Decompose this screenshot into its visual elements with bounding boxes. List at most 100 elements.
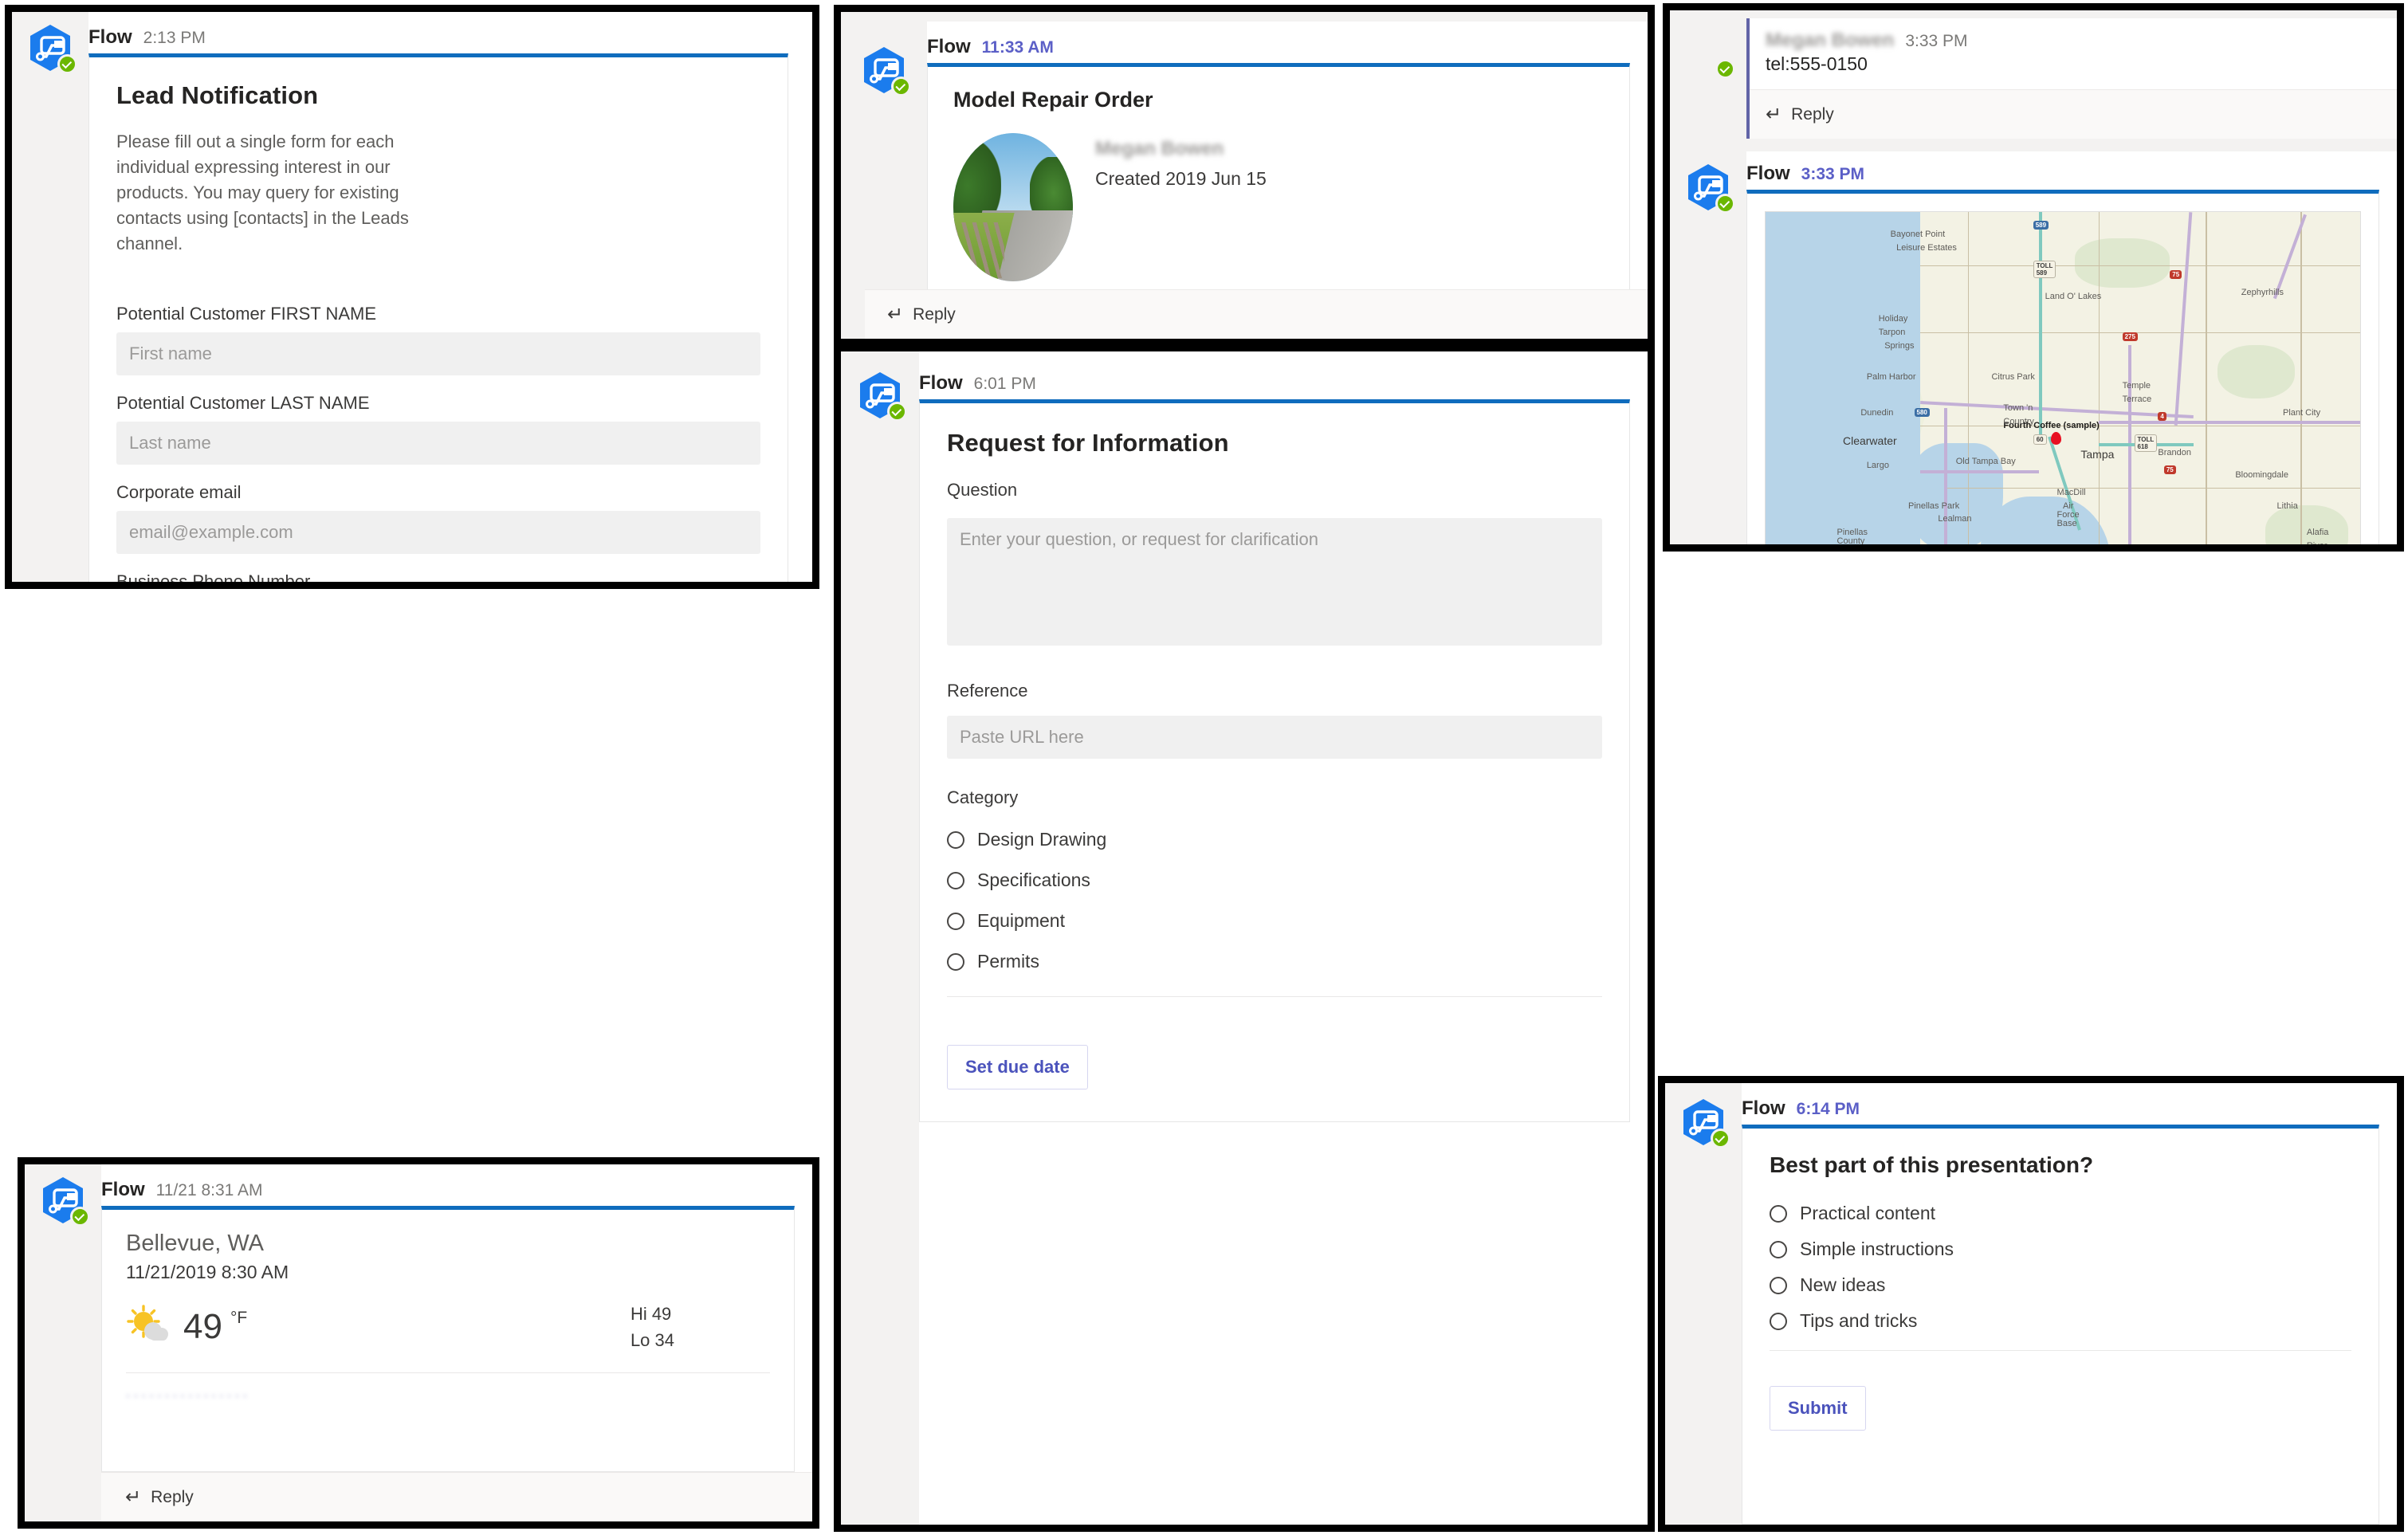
card-title: Lead Notification: [116, 81, 319, 109]
adaptive-card-weather: Bellevue, WA 11/21/2019 8:30 AM 49 °F Hi…: [101, 1206, 795, 1472]
radio-icon[interactable]: [947, 871, 964, 889]
message-map: Flow 3:33 PM 589 TOLL 589 75 275 4 TOLL …: [1670, 151, 2397, 544]
field-label: Business Phone Number: [116, 571, 311, 582]
radio-design-drawing[interactable]: Design Drawing: [947, 819, 1602, 860]
radio-simple-instructions[interactable]: Simple instructions: [1770, 1231, 2351, 1267]
weather-city: Bellevue, WA: [126, 1231, 264, 1256]
map-place-label: Leisure Estates: [1896, 243, 1957, 253]
sender-line: Megan Bowen 3:33 PM: [1750, 18, 2397, 53]
field-label: Potential Customer LAST NAME: [116, 393, 370, 414]
card-divider: [1770, 1350, 2351, 1351]
radio-icon[interactable]: [947, 952, 964, 971]
sender-line: Flow 11:33 AM: [927, 22, 1630, 63]
radio-tips-and-tricks[interactable]: Tips and tricks: [1770, 1303, 2351, 1339]
corporate-email-input[interactable]: email@example.com: [116, 511, 760, 555]
presence-available-icon: [1715, 194, 1735, 214]
weather-datetime: 11/21/2019 8:30 AM: [126, 1262, 289, 1282]
map-place-label: Town 'n: [2003, 402, 2033, 413]
reply-button[interactable]: ↵ Reply: [101, 1472, 812, 1521]
reply-button[interactable]: ↵ Reply: [865, 289, 1648, 339]
field-corporate-email: Corporate email email@example.com: [116, 482, 760, 555]
sun-behind-cloud-icon: [126, 1304, 172, 1350]
radio-icon[interactable]: [1770, 1276, 1787, 1294]
radio-label: New ideas: [1800, 1274, 1886, 1295]
adaptive-card-poll: Best part of this presentation? Practica…: [1742, 1125, 2379, 1525]
radio-icon[interactable]: [947, 912, 964, 930]
map-place-label: Largo: [1866, 461, 1889, 471]
field-label: Question: [947, 480, 1018, 500]
sender-name: Megan Bowen: [1766, 29, 1895, 51]
panel-poll: Flow 6:14 PM Best part of this presentat…: [1658, 1076, 2404, 1532]
field-reference: Reference Paste URL here: [947, 681, 1602, 759]
radio-label: Practical content: [1800, 1203, 1936, 1223]
sender-name: Flow: [1746, 163, 1790, 184]
map-place-label: Zephyrhills: [2241, 287, 2284, 297]
map-place-label: Old Tampa Bay: [1955, 456, 2016, 466]
last-name-input[interactable]: Last name: [116, 422, 760, 465]
card-divider: [947, 996, 1602, 997]
presence-available-icon: [891, 77, 911, 96]
radio-practical-content[interactable]: Practical content: [1770, 1195, 2351, 1231]
repair-photo: [953, 133, 1073, 281]
radio-new-ideas[interactable]: New ideas: [1770, 1267, 2351, 1303]
card-title: Model Repair Order: [953, 88, 1153, 112]
map-place-label: Terrace: [2122, 394, 2152, 404]
presence-available-icon: [1715, 59, 1735, 79]
weather-low: Lo 34: [630, 1330, 674, 1350]
radio-equipment[interactable]: Equipment: [947, 901, 1602, 941]
field-question: Question Enter your question, or request…: [947, 480, 1602, 646]
radio-group-poll: Practical content Simple instructions Ne…: [1770, 1195, 2351, 1339]
radio-label: Design Drawing: [977, 829, 1107, 850]
first-name-input[interactable]: First name: [116, 332, 760, 376]
flow-bot-icon: [1683, 163, 1735, 214]
location-map[interactable]: 589 TOLL589 75 275 4 TOLL618 75 60 580 2…: [1765, 211, 2361, 544]
presence-available-icon: [1711, 1129, 1730, 1148]
map-place-label: Lithia: [2276, 501, 2298, 511]
submit-button[interactable]: Submit: [1770, 1386, 1866, 1431]
radio-icon[interactable]: [1770, 1312, 1787, 1330]
field-label: Category: [947, 787, 1019, 807]
map-place-label: Plant City: [2283, 407, 2321, 418]
reply-arrow-icon: ↵: [125, 1486, 142, 1508]
map-place-label: Palm Harbor: [1866, 371, 1916, 382]
radio-icon[interactable]: [1770, 1240, 1787, 1258]
reference-input[interactable]: Paste URL here: [947, 716, 1602, 759]
repair-person-name: Megan Bowen: [1095, 138, 1224, 159]
sender-line: Flow 6:14 PM: [1742, 1083, 2379, 1125]
message-gutter: [12, 12, 88, 582]
poll-question: Best part of this presentation?: [1770, 1152, 2094, 1177]
weather-high: Hi 49: [630, 1304, 672, 1324]
reply-label: Reply: [151, 1487, 194, 1506]
map-place-label: Springs: [1884, 340, 1915, 351]
message-timestamp: 3:33 PM: [1801, 165, 1865, 183]
flow-bot-icon: [38, 1176, 90, 1227]
message-timestamp: 6:14 PM: [1796, 1100, 1860, 1118]
sender-line: Flow 3:33 PM: [1746, 151, 2379, 190]
presence-available-icon: [70, 1207, 90, 1227]
map-place-label: Lealman: [1938, 514, 1972, 524]
map-place-label: Pinellas Park: [1908, 501, 1960, 511]
radio-icon[interactable]: [947, 830, 964, 849]
message-weather: Flow 11/21 8:31 AM Bellevue, WA 11/21/20…: [25, 1164, 812, 1472]
question-textarea[interactable]: Enter your question, or request for clar…: [947, 518, 1602, 646]
map-pin-icon: [2051, 432, 2062, 446]
message-gutter: [841, 22, 927, 289]
reply-label: Reply: [913, 304, 956, 324]
message-body: Flow 3:33 PM 589 TOLL 589 75 275 4 TOLL …: [1746, 151, 2397, 544]
message-body: Flow 11/21 8:31 AM Bellevue, WA 11/21/20…: [101, 1164, 812, 1472]
radio-icon[interactable]: [1770, 1204, 1787, 1223]
message-body: Megan Bowen 3:33 PM tel:555-0150 ↵ Reply: [1746, 18, 2397, 139]
map-place-label: Land O' Lakes: [2045, 292, 2102, 302]
map-place-label: County: [1836, 536, 1865, 544]
field-label: Potential Customer FIRST NAME: [116, 304, 377, 324]
reply-button[interactable]: ↵ Reply: [1750, 89, 2397, 139]
presence-available-icon: [57, 54, 77, 74]
weather-hi-lo: Hi 49 Lo 34: [630, 1301, 770, 1353]
set-due-date-button[interactable]: Set due date: [947, 1045, 1088, 1089]
radio-label: Tips and tricks: [1800, 1310, 1918, 1331]
map-place-label: Tampa: [2080, 447, 2115, 461]
radio-permits[interactable]: Permits: [947, 941, 1602, 982]
radio-specifications[interactable]: Specifications: [947, 860, 1602, 901]
message-user: Megan Bowen 3:33 PM tel:555-0150 ↵ Reply: [1670, 18, 2397, 139]
map-place-label: Base: [2056, 519, 2077, 529]
